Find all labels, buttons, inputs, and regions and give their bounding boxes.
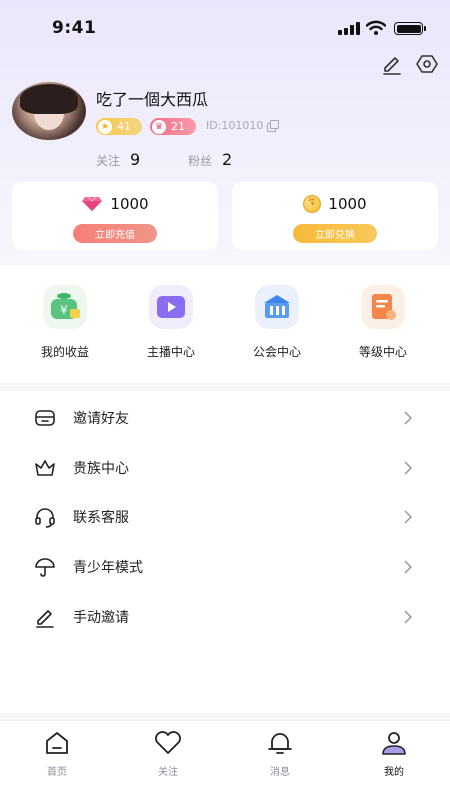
grid-item-level-center[interactable]: 等级中心	[333, 285, 433, 360]
menu-label-invite-friends: 邀请好友	[73, 411, 129, 427]
svg-text:¥: ¥	[60, 303, 68, 317]
diamond-wallet-card: 1000 立即充值	[12, 182, 218, 250]
invite-box-icon	[35, 410, 55, 426]
tab-follow[interactable]: 关注	[138, 729, 198, 778]
tab-home[interactable]: 首页	[27, 729, 87, 778]
chevron-right-icon	[404, 461, 413, 475]
bell-icon	[268, 733, 292, 754]
grid-item-earnings[interactable]: ¥ 我的收益	[15, 285, 115, 360]
guild-building-icon	[264, 295, 290, 318]
tab-label-messages: 消息	[270, 767, 290, 778]
chevron-right-icon	[404, 610, 413, 624]
tab-messages[interactable]: 消息	[250, 729, 310, 778]
tab-label-home: 首页	[47, 767, 67, 778]
recharge-button[interactable]: 立即充值	[73, 224, 157, 243]
copy-icon[interactable]	[267, 120, 280, 132]
grid-label-anchor-center: 主播中心	[146, 345, 195, 359]
tab-label-mine: 我的	[384, 767, 404, 778]
chevron-right-icon	[404, 510, 413, 524]
crown-badge-icon: ♛	[152, 119, 166, 134]
follow-label: 关注	[96, 154, 121, 168]
grid-label-earnings: 我的收益	[40, 345, 89, 359]
crown-icon	[35, 460, 55, 476]
coin-amount: 1000	[328, 195, 367, 213]
menu-item-manual-invite[interactable]: 手动邀请	[0, 592, 450, 642]
wifi-icon	[366, 20, 386, 35]
home-icon	[46, 732, 68, 754]
coin-icon	[303, 195, 322, 213]
menu-item-nobility-center[interactable]: 贵族中心	[0, 443, 450, 493]
username: 吃了一個大西瓜	[96, 90, 209, 109]
settings-icon[interactable]	[415, 52, 439, 76]
grid-label-level-center: 等级中心	[358, 345, 407, 359]
bottom-tab-bar: 首页 关注 消息 我的	[0, 720, 450, 800]
diamond-icon	[82, 196, 103, 211]
vip-badge-value: 21	[171, 120, 185, 133]
menu-item-invite-friends[interactable]: 邀请好友	[0, 393, 450, 443]
pen-icon	[36, 610, 54, 628]
exchange-button[interactable]: 立即兑换	[293, 224, 377, 243]
follow-count: 9	[130, 150, 141, 169]
quick-actions-grid: ¥ 我的收益 主播中心 公会中心 等级中心	[0, 265, 450, 383]
fans-stat[interactable]: 粉丝 2	[188, 150, 232, 169]
grid-item-guild-center[interactable]: 公会中心	[227, 285, 327, 360]
coin-wallet-card: 1000 立即兑换	[232, 182, 438, 250]
chevron-right-icon	[404, 411, 413, 425]
video-play-icon	[157, 296, 185, 318]
menu-label-nobility-center: 贵族中心	[73, 461, 129, 477]
menu-item-customer-service[interactable]: 联系客服	[0, 492, 450, 542]
follow-stat[interactable]: 关注 9	[96, 150, 140, 169]
profile-icon	[382, 732, 406, 755]
fans-count: 2	[222, 150, 233, 169]
level-doc-icon	[372, 294, 396, 320]
battery-icon	[394, 22, 426, 35]
diamond-amount: 1000	[110, 195, 149, 213]
menu-label-manual-invite: 手动邀请	[73, 610, 129, 626]
tab-mine[interactable]: 我的	[364, 729, 424, 778]
vip-badge: ♛ 21	[150, 118, 196, 135]
heart-icon	[155, 731, 181, 754]
chevron-right-icon	[404, 560, 413, 574]
star-icon: ★	[98, 119, 112, 134]
grid-label-guild-center: 公会中心	[252, 345, 301, 359]
menu-item-teen-mode[interactable]: 青少年模式	[0, 542, 450, 592]
cellular-signal-icon	[338, 22, 360, 35]
level-badge-value: 41	[117, 120, 131, 133]
menu-label-customer-service: 联系客服	[73, 510, 129, 526]
avatar[interactable]	[12, 82, 86, 140]
tab-label-follow: 关注	[158, 767, 178, 778]
money-bag-icon: ¥	[51, 293, 80, 319]
level-badge: ★ 41	[96, 118, 142, 135]
menu-label-teen-mode: 青少年模式	[73, 560, 143, 576]
status-bar: 9:41	[0, 0, 450, 56]
umbrella-icon	[35, 558, 55, 577]
user-id: ID:101010	[206, 119, 280, 132]
headset-icon	[35, 508, 55, 528]
fans-label: 粉丝	[188, 154, 213, 168]
grid-item-anchor-center[interactable]: 主播中心	[121, 285, 221, 360]
menu-list: 邀请好友 贵族中心 联系客服 青少年模式 手动邀请	[0, 391, 450, 713]
status-time: 9:41	[52, 18, 97, 38]
user-id-text: ID:101010	[206, 119, 264, 132]
edit-profile-icon[interactable]	[380, 52, 404, 76]
